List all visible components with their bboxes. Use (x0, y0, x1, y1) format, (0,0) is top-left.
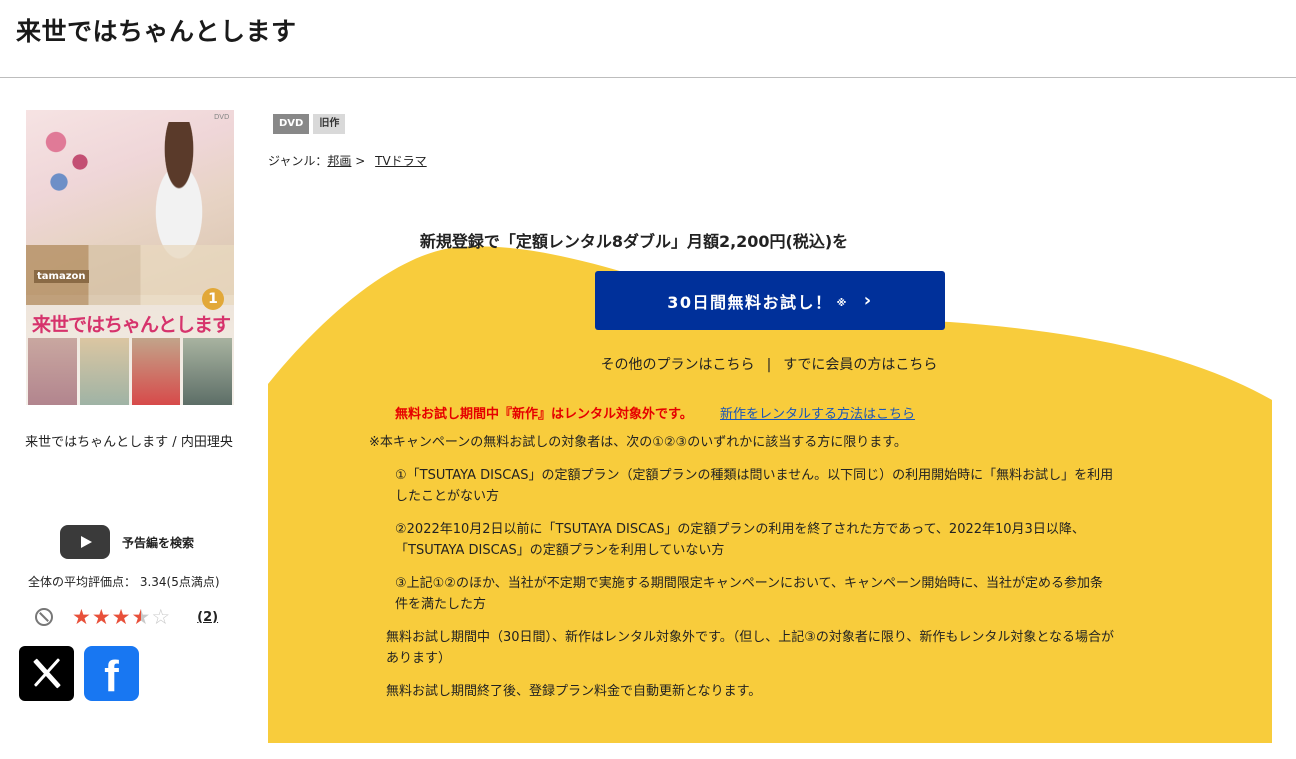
eligibility-item-3-line-1: ③上記①②のほか、当社が不定期で実施する期間限定キャンペーンにおいて、キャンペー… (395, 576, 1103, 591)
new-release-rental-link[interactable]: 新作をレンタルする方法はこちら (720, 403, 915, 422)
free-trial-asterisk: ※ (836, 298, 848, 309)
eligibility-item-1-line-1: ①「TSUTAYA DISCAS」の定額プラン（定額プランの種類は問いません。以… (395, 468, 1114, 483)
other-plans-link[interactable]: その他のプランはこちら (601, 357, 755, 373)
plan-links: その他のプランはこちら | すでに会員の方はこちら (0, 354, 1296, 374)
eligibility-item-2-line-1: ②2022年10月2日以前に「TSUTAYA DISCAS」の定額プランの利用を… (395, 522, 1085, 537)
eligibility-heading: ※本キャンペーンの無料お試しの対象者は、次の①②③のいずれかに該当する方に限りま… (369, 435, 907, 450)
eligibility-item-3-line-2: 件を満たした方 (395, 597, 487, 612)
free-trial-button[interactable]: 30日間無料お試し！ ※ › (595, 271, 945, 330)
chevron-right-icon: › (863, 290, 873, 311)
new-release-warning: 無料お試し期間中『新作』はレンタル対象外です。 (395, 407, 693, 422)
eligibility-item-1-line-2: したことがない方 (395, 489, 500, 504)
promo-headline: 新規登録で「定額レンタル8ダブル」月額2,200円(税込)を (419, 232, 849, 251)
free-trial-label: 30日間無料お試し！ (667, 292, 833, 312)
eligibility-item-2-line-2: 「TSUTAYA DISCAS」の定額プランを利用していない方 (395, 543, 725, 558)
link-separator: | (766, 357, 772, 373)
trial-period-note-line-1: 無料お試し期間中（30日間）、新作はレンタル対象外です。（但し、上記③の対象者に… (386, 630, 1114, 645)
trial-period-note-line-2: あります） (386, 651, 452, 666)
member-login-link[interactable]: すでに会員の方はこちら (783, 357, 937, 373)
auto-renew-note: 無料お試し期間終了後、登録プラン料金で自動更新となります。 (386, 684, 762, 699)
